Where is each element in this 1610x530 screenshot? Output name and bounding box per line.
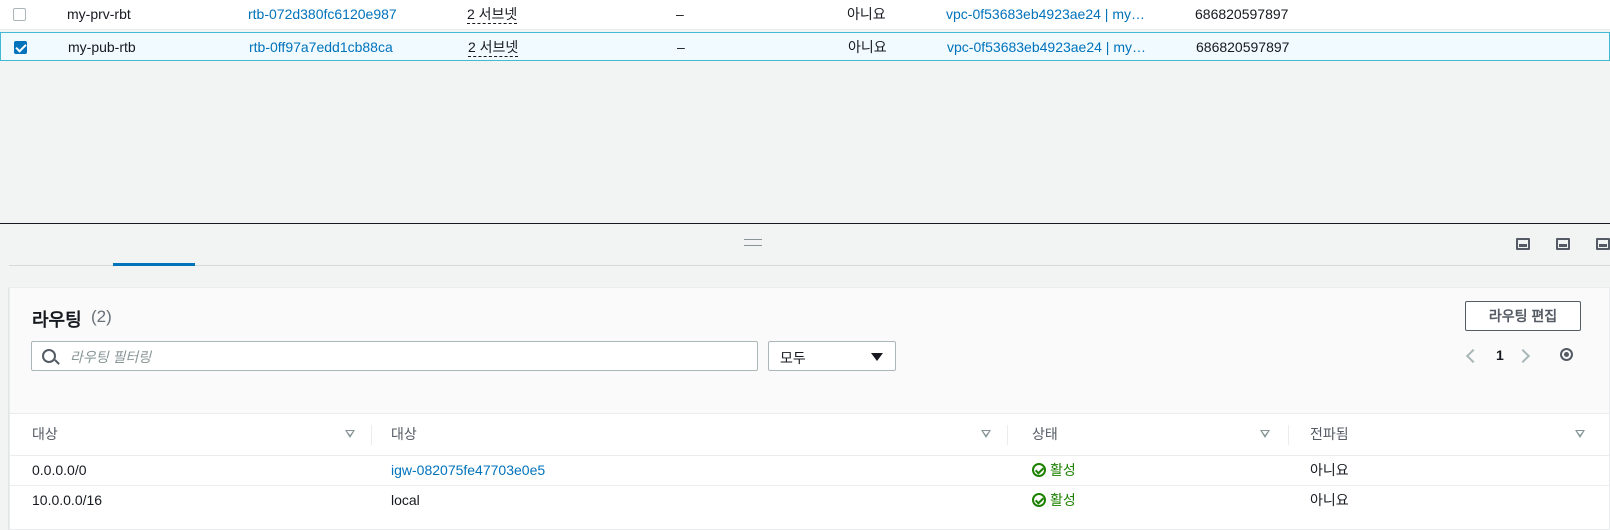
route-status: 활성: [1032, 486, 1076, 515]
row-checkbox-checked[interactable]: [14, 41, 27, 54]
owner-id: 686820597897: [1195, 6, 1289, 22]
subnet-associations-text[interactable]: 2 서브넷: [468, 38, 519, 57]
chevron-left-icon[interactable]: [1465, 348, 1481, 364]
row-checkbox[interactable]: [13, 8, 26, 21]
routes-table-header: 대상 대상 상태 전파됨: [10, 413, 1609, 456]
status-ok-icon: [1032, 463, 1046, 478]
column-header-destination[interactable]: 대상: [32, 413, 58, 455]
split-panel: 라우팅 (2) 라우팅 편집 모두 1 대상 대상 상태: [0, 224, 1610, 530]
tab-active-indicator[interactable]: [113, 263, 195, 266]
route-status-text: 활성: [1050, 462, 1076, 478]
route-target-link[interactable]: igw-082075fe47703e0e5: [391, 456, 545, 485]
route-status-text: 활성: [1050, 492, 1076, 508]
caret-down-icon: [871, 353, 883, 361]
vpc-link[interactable]: vpc-0f53683eb4923ae24 | my…: [946, 0, 1145, 29]
vpc-link[interactable]: vpc-0f53683eb4923ae24 | my…: [947, 33, 1146, 62]
resize-handle-icon[interactable]: [744, 239, 762, 246]
table-row: 0.0.0.0/0 igw-082075fe47703e0e5 활성 아니요: [10, 456, 1609, 486]
route-destination: 0.0.0.0/0: [32, 462, 87, 478]
column-header-target[interactable]: 대상: [391, 413, 417, 455]
gear-icon[interactable]: [1560, 348, 1573, 361]
subnet-associations[interactable]: 2 서브넷: [468, 33, 519, 62]
route-propagated: 아니요: [1310, 462, 1349, 478]
table-row[interactable]: my-prv-rbt rtb-072d380fc6120e987 2 서브넷 –…: [0, 0, 1610, 30]
routes-header: 라우팅 (2) 라우팅 편집 모두 1: [10, 288, 1609, 414]
sort-icon[interactable]: [345, 430, 355, 438]
select-value: 모두: [780, 350, 806, 366]
route-target: local: [391, 492, 420, 508]
route-table-id-link[interactable]: rtb-072d380fc6120e987: [248, 0, 397, 29]
route-tables-table: my-prv-rbt rtb-072d380fc6120e987 2 서브넷 –…: [0, 0, 1610, 62]
panel-bottom-icon[interactable]: [1516, 238, 1530, 250]
edge-associations: –: [676, 6, 684, 22]
chevron-right-icon[interactable]: [1515, 348, 1531, 364]
panel-full-icon[interactable]: [1596, 238, 1610, 250]
column-divider[interactable]: [371, 425, 372, 445]
page-number[interactable]: 1: [1496, 347, 1504, 363]
route-propagated: 아니요: [1310, 492, 1349, 508]
routes-count: (2): [91, 307, 112, 326]
owner-id: 686820597897: [1196, 39, 1290, 55]
table-row: 10.0.0.0/16 local 활성 아니요: [10, 486, 1609, 515]
edit-routes-button[interactable]: 라우팅 편집: [1465, 301, 1581, 331]
main-flag: 아니요: [847, 6, 886, 22]
route-filter-input[interactable]: [68, 346, 752, 368]
route-table-id-link[interactable]: rtb-0ff97a7edd1cb88ca: [249, 33, 393, 62]
status-ok-icon: [1032, 493, 1046, 508]
column-divider[interactable]: [1007, 425, 1008, 445]
route-filter-field[interactable]: [31, 341, 758, 371]
route-filter-select[interactable]: 모두: [768, 341, 896, 371]
route-table-name: my-prv-rbt: [67, 6, 131, 22]
main-flag: 아니요: [848, 39, 887, 55]
edge-associations: –: [677, 39, 685, 55]
routes-container: 라우팅 (2) 라우팅 편집 모두 1 대상 대상 상태: [9, 287, 1610, 530]
sort-icon[interactable]: [1260, 430, 1270, 438]
column-divider[interactable]: [1288, 425, 1289, 445]
sort-icon[interactable]: [981, 430, 991, 438]
route-status: 활성: [1032, 456, 1076, 485]
column-header-propagated[interactable]: 전파됨: [1310, 413, 1349, 455]
panel-side-icon[interactable]: [1556, 238, 1570, 250]
route-table-name: my-pub-rtb: [68, 39, 136, 55]
subnet-associations-text[interactable]: 2 서브넷: [467, 5, 518, 24]
routes-title: 라우팅: [32, 310, 82, 330]
sort-icon[interactable]: [1575, 430, 1585, 438]
column-header-status[interactable]: 상태: [1032, 413, 1058, 455]
tab-bar: [9, 265, 1610, 266]
search-icon: [42, 349, 56, 363]
table-row-selected[interactable]: my-pub-rtb rtb-0ff97a7edd1cb88ca 2 서브넷 –…: [0, 32, 1610, 61]
route-destination: 10.0.0.0/16: [32, 492, 103, 508]
subnet-associations[interactable]: 2 서브넷: [467, 0, 518, 29]
